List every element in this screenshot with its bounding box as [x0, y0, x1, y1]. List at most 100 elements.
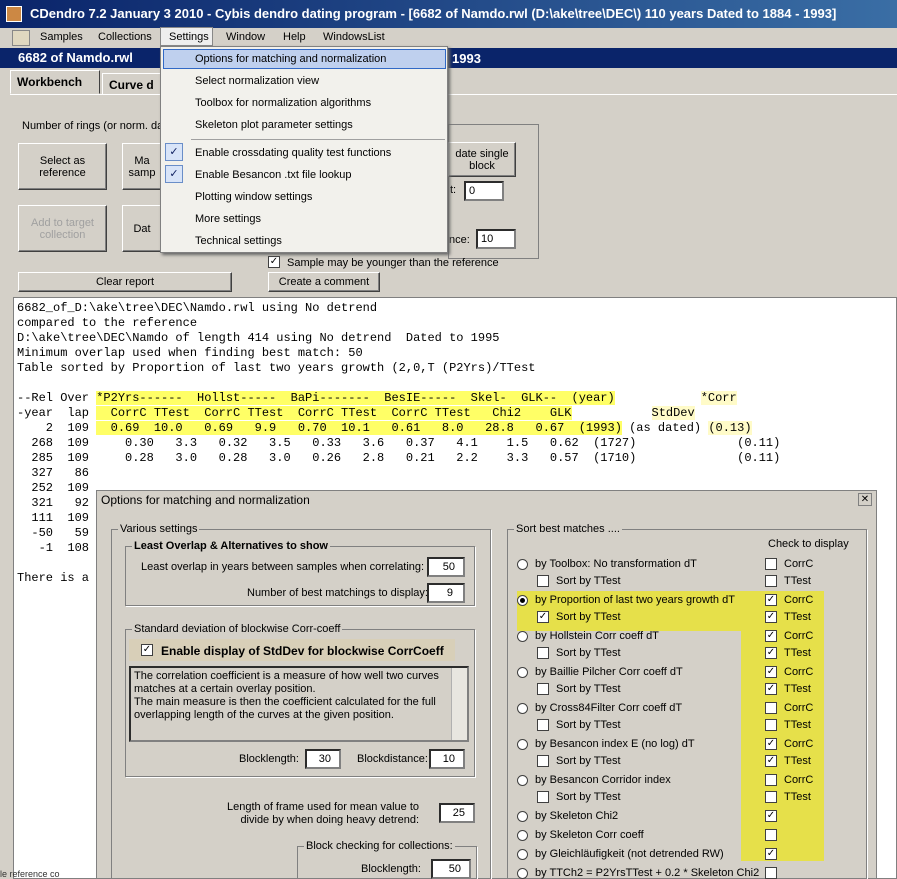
sort-method-label: by Hollstein Corr coeff dT — [535, 630, 659, 642]
display-ttest-checkbox[interactable] — [765, 575, 777, 587]
check-to-display-label: Check to display — [768, 538, 849, 550]
date-button[interactable]: Dat — [122, 205, 162, 252]
display-checkbox[interactable]: ✓ — [765, 810, 777, 822]
display-ttest-checkbox[interactable]: ✓ — [765, 683, 777, 695]
display-corrc-checkbox[interactable] — [765, 702, 777, 714]
document-icon[interactable] — [12, 30, 30, 46]
display-checkbox[interactable] — [765, 867, 777, 879]
menu-item-normalization-view[interactable]: Select normalization view — [195, 75, 319, 87]
tab-curve[interactable]: Curve d — [102, 73, 162, 94]
menu-item-technical-settings[interactable]: Technical settings — [195, 235, 282, 247]
menu-item-skeleton-plot[interactable]: Skeleton plot parameter settings — [195, 119, 353, 131]
sort-by-ttest-label: Sort by TTest — [556, 719, 621, 731]
younger-checkbox[interactable]: ✓ — [268, 256, 280, 268]
sort-by-ttest-checkbox[interactable] — [537, 755, 549, 767]
sort-method-label: by Besancon index E (no log) dT — [535, 738, 695, 750]
least-overlap-label: Least overlap in years between samples w… — [141, 561, 425, 573]
sort-method-radio[interactable] — [517, 595, 528, 606]
select-as-reference-button[interactable]: Select as reference — [18, 143, 107, 190]
sort-method-radio[interactable] — [517, 849, 528, 860]
display-checkbox[interactable]: ✓ — [765, 848, 777, 860]
display-ttest-label: TTest — [784, 719, 811, 731]
menu-collections[interactable]: Collections — [98, 31, 152, 43]
description-scrollbar[interactable] — [451, 668, 467, 740]
display-corrc-checkbox[interactable]: ✓ — [765, 594, 777, 606]
sort-by-ttest-label: Sort by TTest — [556, 647, 621, 659]
sort-by-ttest-label: Sort by TTest — [556, 683, 621, 695]
display-corrc-checkbox[interactable]: ✓ — [765, 738, 777, 750]
sort-method-radio[interactable] — [517, 631, 528, 642]
sort-method-radio[interactable] — [517, 775, 528, 786]
display-ttest-checkbox[interactable] — [765, 719, 777, 731]
blockdistance-input[interactable]: 10 — [429, 749, 465, 769]
display-corrc-checkbox[interactable] — [765, 558, 777, 570]
display-ttest-checkbox[interactable]: ✓ — [765, 755, 777, 767]
blocklength-input[interactable]: 30 — [305, 749, 341, 769]
sort-method-radio[interactable] — [517, 739, 528, 750]
options-dialog: Options for matching and normalization ✕… — [96, 490, 877, 879]
menu-windowslist[interactable]: WindowsList — [323, 31, 385, 43]
sort-by-ttest-checkbox[interactable] — [537, 791, 549, 803]
menu-item-toolbox[interactable]: Toolbox for normalization algorithms — [195, 97, 371, 109]
display-corrc-checkbox[interactable]: ✓ — [765, 630, 777, 642]
display-checkbox[interactable] — [765, 829, 777, 841]
tab-workbench[interactable]: Workbench — [10, 70, 100, 94]
sort-by-ttest-label: Sort by TTest — [556, 791, 621, 803]
sort-method-radio[interactable] — [517, 703, 528, 714]
document-titlebar: 6682 of Namdo.rwl — [0, 48, 897, 68]
younger-label: Sample may be younger than the reference — [287, 257, 499, 269]
menu-item-plotting-window[interactable]: Plotting window settings — [195, 191, 312, 203]
report-row: 268 109 0.30 3.3 0.32 3.5 0.33 3.6 0.37 … — [17, 436, 781, 450]
check-icon: ✓ — [165, 143, 183, 161]
display-corrc-checkbox[interactable] — [765, 774, 777, 786]
display-corrc-label: CorrC — [784, 666, 814, 678]
status-text: le reference co — [0, 870, 60, 879]
menu-item-more-settings[interactable]: More settings — [195, 213, 261, 225]
sort-method-radio[interactable] — [517, 667, 528, 678]
display-ttest-checkbox[interactable]: ✓ — [765, 611, 777, 623]
distance-input[interactable]: 10 — [476, 229, 516, 249]
frame-input[interactable]: 25 — [439, 803, 475, 823]
best-matchings-input[interactable]: 9 — [427, 583, 465, 603]
sort-method-radio[interactable] — [517, 811, 528, 822]
menu-settings[interactable]: Settings — [169, 31, 209, 43]
match-sample-button[interactable]: Ma samp — [122, 143, 162, 190]
menu-item-options-matching[interactable]: Options for matching and normalization — [195, 53, 386, 65]
description-textbox[interactable]: The correlation coefficient is a measure… — [129, 666, 469, 742]
t-input[interactable]: 0 — [464, 181, 504, 201]
display-corrc-label: CorrC — [784, 594, 814, 606]
menu-help[interactable]: Help — [283, 31, 306, 43]
sort-by-ttest-checkbox[interactable] — [537, 575, 549, 587]
clear-report-button[interactable]: Clear report — [18, 272, 232, 292]
menu-samples[interactable]: Samples — [40, 31, 83, 43]
blocklength2-input[interactable]: 50 — [431, 859, 471, 879]
menu-window[interactable]: Window — [226, 31, 265, 43]
add-to-target-collection-button[interactable]: Add to target collection — [18, 205, 107, 252]
close-icon[interactable]: ✕ — [858, 493, 872, 506]
display-corrc-label: CorrC — [784, 738, 814, 750]
distance-label: nce: — [449, 234, 470, 246]
least-overlap-input[interactable]: 50 — [427, 557, 465, 577]
sort-by-ttest-checkbox[interactable] — [537, 683, 549, 695]
menu-item-besancon-lookup[interactable]: Enable Besancon .txt file lookup — [195, 169, 352, 181]
sort-by-ttest-checkbox[interactable] — [537, 719, 549, 731]
document-title: 6682 of Namdo.rwl — [18, 50, 133, 65]
sort-method-radio[interactable] — [517, 559, 528, 570]
rings-label: Number of rings (or norm. dat — [22, 120, 167, 132]
sort-method-label: by Skeleton Corr coeff — [535, 829, 644, 841]
report-header-1: --Rel Over *P2Yrs------ Hollst----- BaPi… — [17, 391, 737, 405]
report-line: D:\ake\tree\DEC\Namdo of length 414 usin… — [17, 331, 500, 345]
create-comment-button[interactable]: Create a comment — [268, 272, 380, 292]
display-ttest-checkbox[interactable] — [765, 791, 777, 803]
date-single-block-button[interactable]: date single block — [448, 142, 516, 177]
sort-method-radio[interactable] — [517, 868, 528, 879]
display-corrc-label: CorrC — [784, 774, 814, 786]
sort-by-ttest-checkbox[interactable] — [537, 647, 549, 659]
display-ttest-checkbox[interactable]: ✓ — [765, 647, 777, 659]
sort-method-radio[interactable] — [517, 830, 528, 841]
menu-item-crossdating-quality[interactable]: Enable crossdating quality test function… — [195, 147, 391, 159]
enable-stddev-checkbox[interactable]: ✓ — [141, 644, 153, 656]
sort-by-ttest-checkbox[interactable]: ✓ — [537, 611, 549, 623]
document-title-right: 1993 — [452, 51, 481, 66]
display-corrc-checkbox[interactable]: ✓ — [765, 666, 777, 678]
